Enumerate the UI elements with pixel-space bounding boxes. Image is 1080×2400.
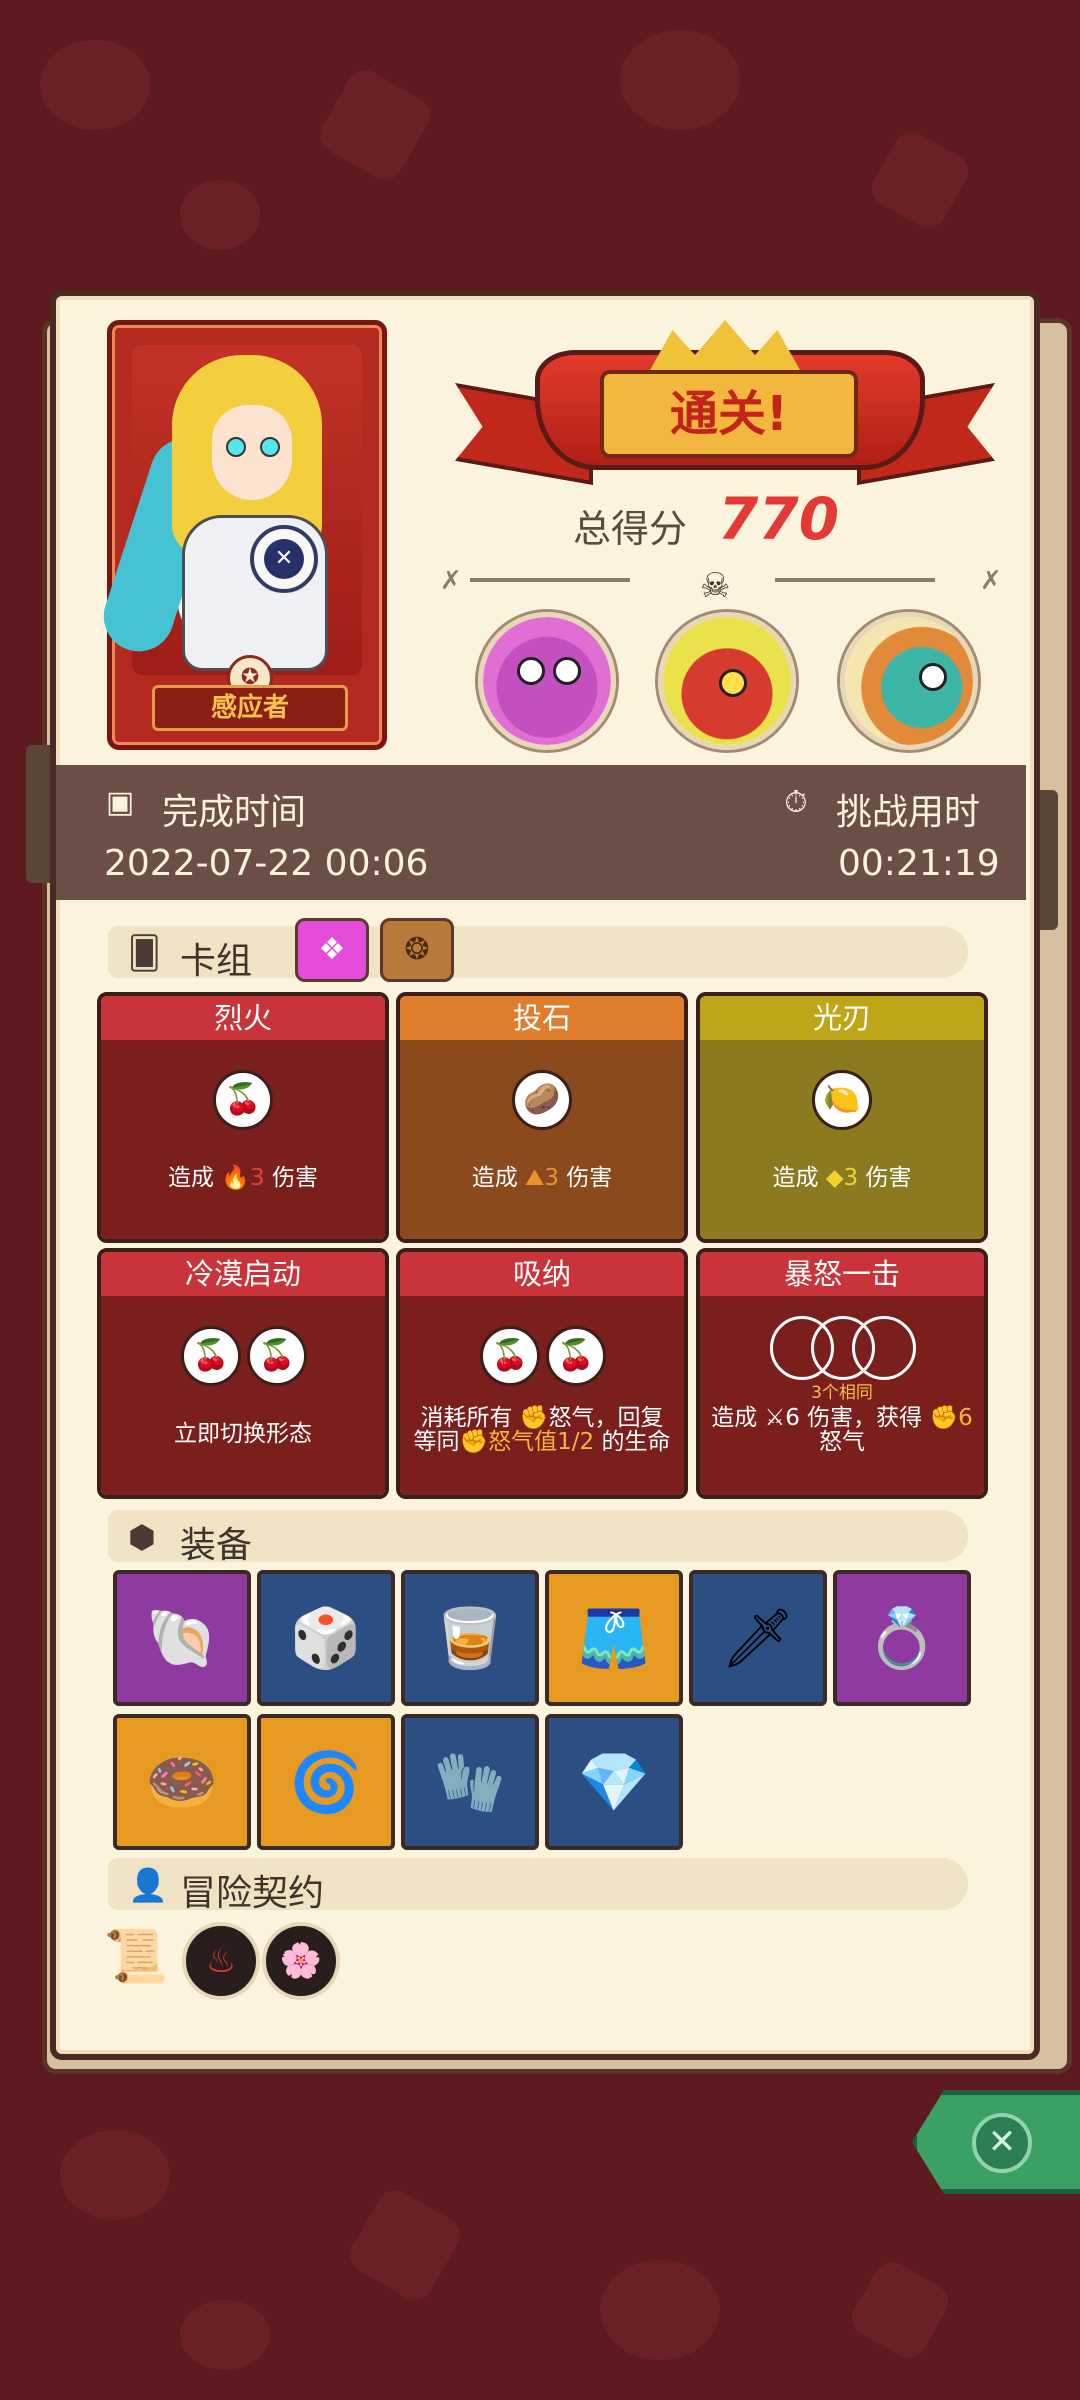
- deck-tab-form-2[interactable]: ❂: [380, 918, 454, 982]
- close-icon: ✕: [972, 2113, 1032, 2173]
- cherry-slot-icon: 🍒: [213, 1070, 273, 1130]
- character-portrait: ✕: [94, 345, 362, 675]
- card-description: 造成 ◆3 伤害: [772, 1165, 912, 1191]
- bg-shape: [60, 2130, 170, 2220]
- contracts-section-header: 👤 冒险契约: [108, 1858, 968, 1914]
- divider: [470, 578, 630, 582]
- equipment-item[interactable]: 🗡: [689, 1570, 827, 1706]
- card-description: 造成 ⛰3 伤害: [471, 1165, 613, 1191]
- fire-icon: 🔥: [221, 1165, 250, 1191]
- potato-slot-icon: 🥔: [512, 1070, 572, 1130]
- sword-icon: ✗: [440, 566, 462, 596]
- bg-shape: [620, 30, 740, 130]
- scroll-icon[interactable]: 📜: [103, 1925, 169, 1989]
- equipment-item[interactable]: 💍: [833, 1570, 971, 1706]
- deck-label: 卡组: [180, 941, 253, 982]
- deck-section-header: 🂠 卡组: [108, 926, 968, 982]
- character-card[interactable]: ✕ ✪ 感应者: [94, 320, 387, 750]
- contracts-label: 冒险契约: [180, 1873, 325, 1914]
- stopwatch-icon: ⏱: [784, 785, 808, 820]
- card-title: 暴怒一击: [700, 1252, 984, 1296]
- card-liehuo[interactable]: 烈火 🍒 造成 🔥3 伤害: [97, 992, 389, 1243]
- light-icon: ◆: [825, 1165, 844, 1191]
- card-toushi[interactable]: 投石 🥔 造成 ⛰3 伤害: [396, 992, 688, 1243]
- close-button[interactable]: ✕: [912, 2090, 1080, 2194]
- skull-icon: ☠: [700, 566, 731, 606]
- bg-shape: [343, 2183, 467, 2307]
- helmet-icon: ✕: [250, 525, 318, 593]
- card-description: 立即切换形态: [174, 1421, 312, 1447]
- purple-demon-mask-icon: [483, 617, 611, 745]
- crown-icon: [650, 320, 800, 370]
- equipment-item[interactable]: 🩳: [545, 1570, 683, 1706]
- equipment-section-header: ⬢ 装备: [108, 1510, 968, 1566]
- card-title: 投石: [400, 996, 684, 1040]
- rock-icon: ⛰: [525, 1165, 545, 1191]
- bg-shape: [180, 180, 260, 250]
- bg-shape: [313, 63, 437, 187]
- card-title: 光刃: [700, 996, 984, 1040]
- card-description: 造成 ⚔6 伤害，获得 ✊6 怒气: [711, 1405, 973, 1455]
- bg-shape: [40, 40, 150, 130]
- sword-icon: ✗: [980, 566, 1002, 596]
- person-icon: 👤: [128, 1866, 168, 1904]
- challenge-duration-value: 00:21:19: [838, 843, 1000, 884]
- bg-shape: [845, 2255, 955, 2365]
- equipment-item[interactable]: 🐚: [113, 1570, 251, 1706]
- demon-contract-icon[interactable]: ♨: [182, 1922, 260, 2000]
- cherry-slot-icon: 🍒: [546, 1326, 606, 1386]
- lemon-slot-icon: 🍋: [812, 1070, 872, 1130]
- boss-portrait-3[interactable]: [840, 612, 978, 750]
- completion-time-label: 完成时间: [162, 792, 307, 833]
- card-title: 烈火: [101, 996, 385, 1040]
- cherry-slot-icon: 🍒: [181, 1326, 241, 1386]
- divider: [775, 578, 935, 582]
- card-guangren[interactable]: 光刃 🍋 造成 ◆3 伤害: [696, 992, 988, 1243]
- card-title: 吸纳: [400, 1252, 684, 1296]
- rage-fist-icon: ✊: [929, 1405, 959, 1431]
- boss-portrait-2[interactable]: [658, 612, 796, 750]
- equipment-label: 装备: [180, 1525, 253, 1566]
- completion-bar: ▣ 完成时间 2022-07-22 00:06 ⏱ 挑战用时 00:21:19: [56, 765, 1026, 900]
- empty-slot: [852, 1316, 916, 1380]
- fish-beast-boss-icon: [845, 617, 973, 745]
- bg-shape: [865, 125, 975, 235]
- rage-fist-icon: ✊: [459, 1429, 489, 1455]
- equipment-item[interactable]: 🍩: [113, 1714, 251, 1850]
- bg-shape: [180, 2300, 270, 2370]
- blade-icon: ⚔: [764, 1405, 786, 1431]
- victory-text: 通关!: [600, 370, 858, 458]
- deck-tab-form-1[interactable]: ❖: [295, 918, 369, 982]
- equipment-item[interactable]: 🧤: [401, 1714, 539, 1850]
- cherry-slot-icon: 🍒: [247, 1326, 307, 1386]
- equipment-item[interactable]: 💎: [545, 1714, 683, 1850]
- card-lengmo-qidong[interactable]: 冷漠启动 🍒 🍒 立即切换形态: [97, 1248, 389, 1499]
- score-label: 总得分: [573, 507, 688, 551]
- equipment-item[interactable]: 🎲: [257, 1570, 395, 1706]
- character-name: 感应者: [152, 685, 348, 731]
- cherry-slot-icon: 🍒: [480, 1326, 540, 1386]
- card-title: 冷漠启动: [101, 1252, 385, 1296]
- cards-icon: 🂠: [128, 934, 161, 972]
- card-baonu-yiji[interactable]: 暴怒一击 3个相同 造成 ⚔6 伤害，获得 ✊6 怒气: [696, 1248, 988, 1499]
- completion-time-value: 2022-07-22 00:06: [104, 843, 429, 884]
- card-xina[interactable]: 吸纳 🍒 🍒 消耗所有 ✊怒气，回复 等同✊怒气值1/2 的生命: [396, 1248, 688, 1499]
- calendar-icon: ▣: [105, 785, 135, 820]
- equipment-item[interactable]: 🌀: [257, 1714, 395, 1850]
- card-description: 造成 🔥3 伤害: [168, 1165, 318, 1191]
- challenge-duration-label: 挑战用时: [836, 792, 981, 833]
- score-value: 770: [718, 485, 840, 553]
- card-description: 消耗所有 ✊怒气，回复 等同✊怒气值1/2 的生命: [413, 1405, 671, 1455]
- rage-fist-icon: ✊: [519, 1405, 549, 1431]
- flower-contract-icon[interactable]: 🌸: [262, 1922, 340, 2000]
- box-icon: ⬢: [128, 1518, 156, 1556]
- boss-portrait-1[interactable]: [478, 612, 616, 750]
- victory-banner: 通关!: [455, 320, 995, 500]
- slot-requirement: 3个相同: [811, 1383, 873, 1403]
- equipment-item[interactable]: 🥃: [401, 1570, 539, 1706]
- bg-shape: [600, 2260, 720, 2360]
